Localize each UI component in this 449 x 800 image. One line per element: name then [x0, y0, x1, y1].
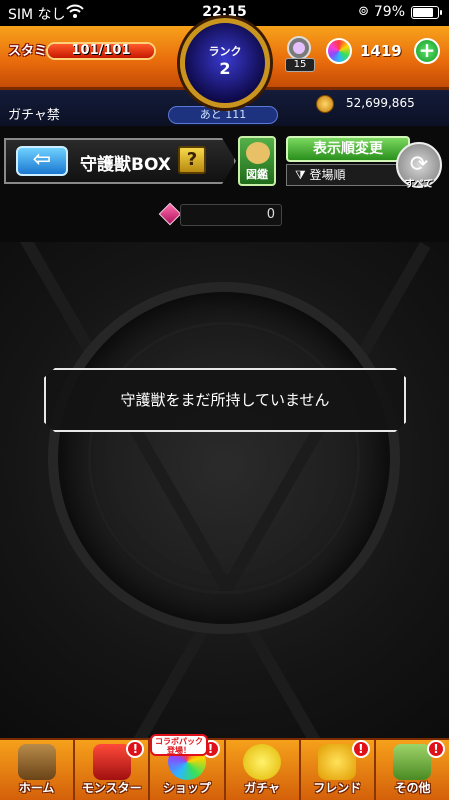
alert-badge: ! — [351, 740, 370, 758]
friend-icon — [318, 744, 357, 780]
battery-icon — [411, 6, 442, 19]
gacha-icon — [243, 744, 282, 780]
crystal-count: 15 — [285, 58, 315, 72]
zukan-label: 図鑑 — [246, 168, 268, 181]
orb-count: 1419 — [360, 42, 402, 60]
sort-order-button[interactable]: 表示順変更 — [286, 136, 410, 162]
coin-count: 52,699,865 — [346, 96, 415, 110]
page-title: 守護獣BOX — [80, 155, 171, 175]
filter-icon: ⧩ — [295, 168, 310, 182]
nav-label: その他 — [394, 781, 431, 795]
monster-icon — [92, 744, 131, 780]
rank-value: 2 — [219, 59, 231, 78]
empty-message: 守護獣をまだ所持していません — [44, 368, 406, 432]
zukan-button[interactable]: 図鑑 — [238, 136, 276, 186]
buy-orb-button[interactable]: + — [414, 38, 440, 64]
rank-label: ランク — [208, 45, 242, 58]
coin-icon — [316, 95, 334, 113]
stamina-value: 101/101 — [71, 43, 131, 58]
nav-label: ホーム — [18, 781, 55, 795]
orb-icon — [326, 38, 352, 64]
bottom-nav: ホーム ! モンスター ! ショップ ガチャ ! フレンド ! その他 — [0, 738, 449, 800]
show-all-button[interactable]: ⟳ すべて — [396, 142, 442, 190]
nav-label: ショップ — [162, 781, 211, 795]
guardian-count: 0 — [180, 204, 282, 226]
show-all-label: すべて — [404, 179, 434, 190]
nav-label: フレンド — [313, 781, 362, 795]
alert-badge: ! — [126, 740, 145, 758]
rotation-lock-icon: ⊚ — [358, 4, 369, 19]
sort-current-label: 登場順 — [309, 168, 346, 182]
alert-badge: ! — [427, 740, 446, 758]
dragon-emblem-background — [48, 282, 400, 634]
next-rank-pill: あと 111 — [168, 106, 278, 124]
refresh-icon: ⟳ — [409, 152, 429, 177]
battery-percent: 79% — [373, 4, 405, 20]
help-button[interactable]: ? — [178, 146, 206, 174]
emblem-inner-ring — [88, 322, 360, 594]
nav-other[interactable]: ! その他 — [376, 740, 449, 800]
rank-badge[interactable]: ランク 2 — [180, 18, 270, 108]
gacha-ban-text: ガチャ禁 — [8, 108, 60, 123]
count-row: 0 — [0, 196, 449, 242]
nav-label: ガチャ — [244, 781, 281, 795]
guardian-gem-icon — [158, 202, 182, 226]
nav-monster[interactable]: ! モンスター — [75, 740, 151, 800]
back-button[interactable]: ⇦ — [16, 146, 68, 176]
main-area: 守護獣をまだ所持していません — [0, 242, 449, 738]
home-icon — [17, 744, 56, 780]
nav-friend[interactable]: ! フレンド — [301, 740, 376, 800]
sort-current[interactable]: ⧩ 登場順 — [286, 164, 410, 186]
other-icon — [393, 744, 432, 780]
nav-home[interactable]: ホーム — [0, 740, 76, 800]
nav-gacha[interactable]: ガチャ — [226, 740, 301, 800]
box-header: ⇦ 守護獣BOX ? 図鑑 表示順変更 ⧩ 登場順 ⟳ すべて — [0, 126, 449, 196]
guardian-face-icon — [246, 142, 270, 164]
collab-pack-tag: コラボパック登場！ — [150, 734, 208, 756]
nav-label: モンスター — [81, 781, 142, 795]
